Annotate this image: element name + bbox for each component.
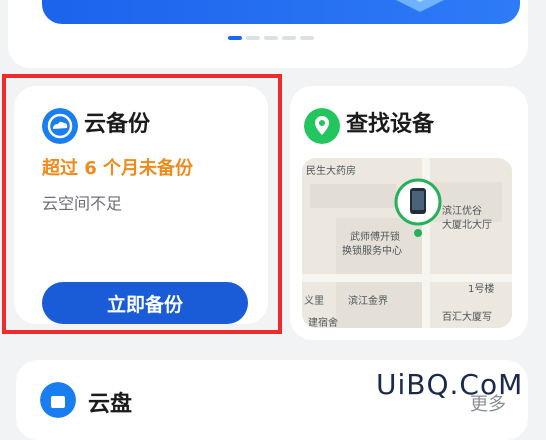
map-label: 换锁服务中心 xyxy=(342,246,402,257)
device-marker-icon xyxy=(394,178,442,237)
carousel-dot xyxy=(300,36,314,40)
carousel-dot xyxy=(264,36,278,40)
carousel-indicator xyxy=(228,36,314,40)
map-label: 建宿舍 xyxy=(308,318,338,328)
watermark: UiBQ.CoM xyxy=(376,368,524,401)
map-label: 1号楼 xyxy=(468,284,495,295)
map-label: 滨江优谷 xyxy=(442,206,482,217)
device-location-map[interactable]: 民生大药房 滨江优谷 大厦北大厅 武师傅开锁 换锁服务中心 义里 滨江金界 1号… xyxy=(302,158,512,328)
promo-card[interactable] xyxy=(8,0,528,68)
location-pin-icon xyxy=(304,108,340,144)
find-device-card[interactable]: 查找设备 民生大药房 滨江优谷 大厦北大厅 武师傅开锁 换锁服务中心 义里 滨江… xyxy=(290,86,528,340)
carousel-dot-active xyxy=(228,36,242,40)
highlight-box xyxy=(2,74,282,334)
carousel-dot xyxy=(246,36,260,40)
carousel-dot xyxy=(282,36,296,40)
map-label: 百汇大厦写 xyxy=(442,312,492,323)
cloud-drive-title: 云盘 xyxy=(88,392,133,417)
map-label: 大厦北大厅 xyxy=(442,220,492,231)
map-label: 义里 xyxy=(304,296,324,307)
map-label: 武师傅开锁 xyxy=(350,232,400,243)
promo-banner[interactable] xyxy=(42,0,520,24)
find-device-title: 查找设备 xyxy=(346,112,435,137)
map-label: 滨江金界 xyxy=(348,296,388,307)
map-label: 民生大药房 xyxy=(306,166,356,177)
cloud-drive-icon xyxy=(40,382,76,418)
server-illustration-icon xyxy=(396,0,444,12)
